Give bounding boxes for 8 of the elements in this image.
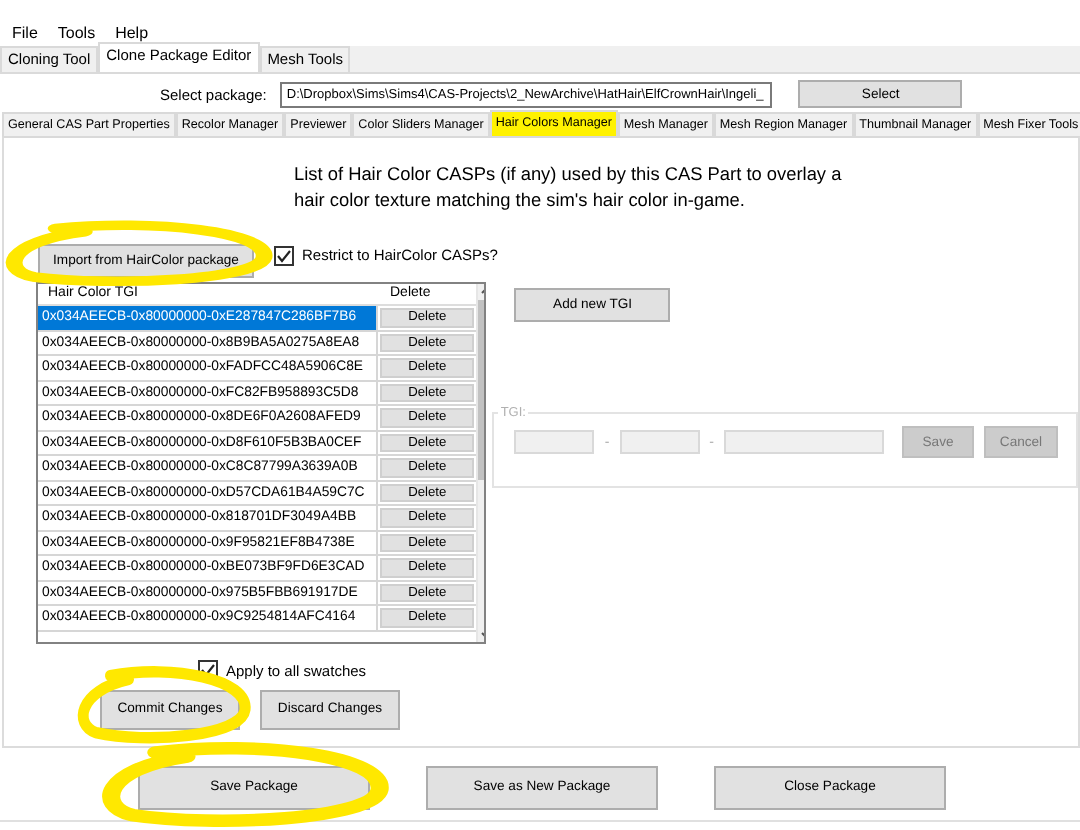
description-text: List of Hair Color CASPs (if any) used by this CAS Part to overlay a hair color texture matching the sim's hair color in-game. xyxy=(294,162,844,214)
menu-item[interactable]: Help xyxy=(107,24,157,42)
menu-item[interactable]: Tools xyxy=(49,24,104,42)
input-field[interactable] xyxy=(724,430,884,454)
input-field[interactable] xyxy=(619,430,700,454)
menu-item[interactable]: File xyxy=(4,24,46,42)
checkbox[interactable] xyxy=(274,245,294,265)
input-field[interactable] xyxy=(514,430,595,454)
